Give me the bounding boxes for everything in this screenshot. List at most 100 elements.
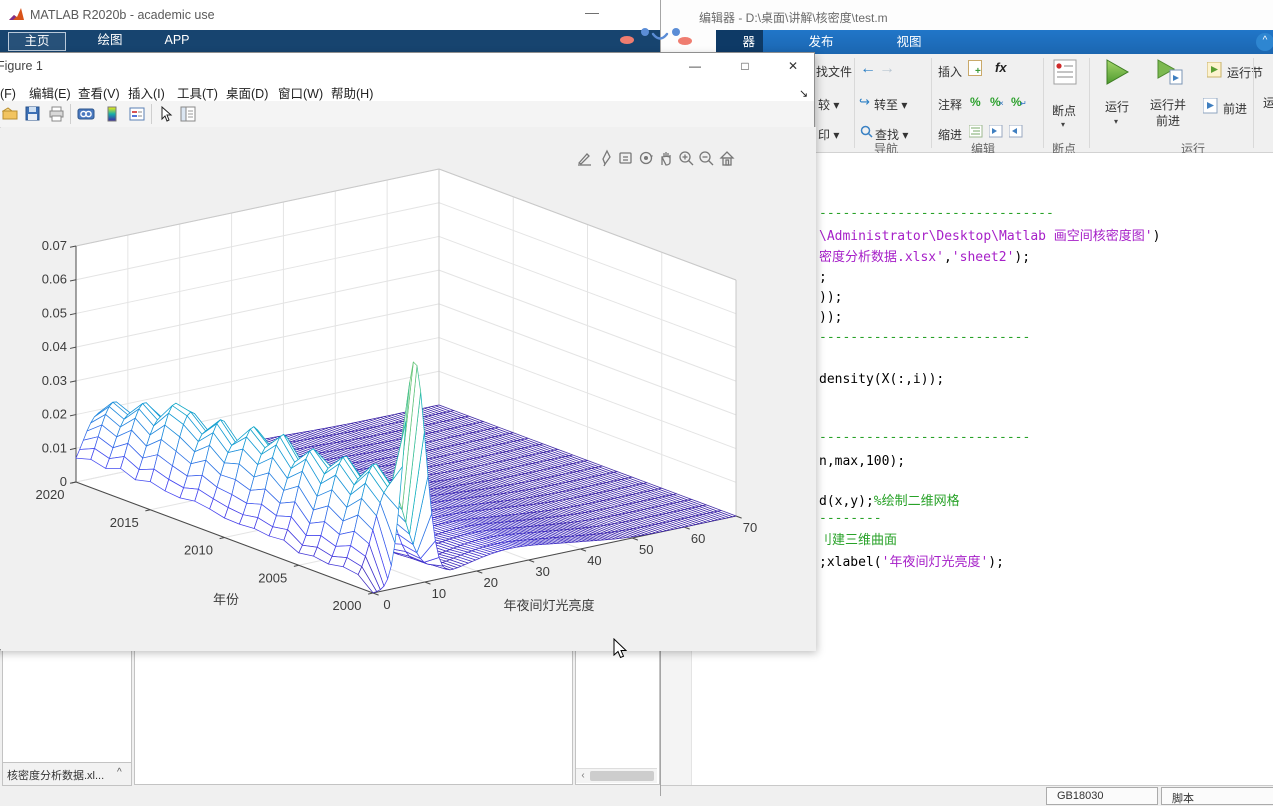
blush-left-icon: [620, 36, 634, 44]
compare-partial[interactable]: 较 ▾: [818, 96, 839, 113]
forward-icon[interactable]: →: [879, 60, 895, 78]
print-partial[interactable]: 印 ▾: [818, 126, 839, 143]
workspace-panel[interactable]: ‹: [575, 650, 660, 785]
toolstrip-collapse-icon[interactable]: ^: [1256, 33, 1273, 51]
figure-toolbar: [0, 101, 814, 128]
tab-editor[interactable]: 器: [716, 30, 763, 54]
code-line[interactable]: ;xlabel('年夜间灯光亮度');: [819, 555, 1004, 571]
menu-window[interactable]: 窗口(W): [278, 83, 323, 102]
run-section-button[interactable]: 运行节: [1227, 64, 1263, 81]
run-button[interactable]: 运行: [1105, 98, 1129, 115]
zoom-in-icon[interactable]: [677, 149, 695, 167]
kernel-density-3d-plot[interactable]: [1, 127, 816, 651]
export-icon[interactable]: [576, 149, 594, 167]
main-minimize-button[interactable]: —: [585, 4, 599, 20]
editor-title-bar[interactable]: 编辑器 - D:\桌面\讲解\核密度\test.m: [661, 0, 1273, 30]
run-advance-icon[interactable]: [1156, 58, 1184, 86]
menu-edit[interactable]: 编辑(E): [29, 83, 71, 102]
print-icon[interactable]: [48, 105, 66, 123]
link-plots-icon[interactable]: [77, 105, 95, 123]
mouse-cursor: [613, 638, 628, 659]
eye-left-icon: [641, 28, 649, 36]
tab-plot[interactable]: 绘图: [82, 32, 138, 49]
code-line[interactable]: 刂建三维曲面: [819, 533, 897, 549]
restore-view-icon[interactable]: [718, 149, 736, 167]
tab-home[interactable]: 主页: [8, 32, 66, 51]
figure-window: Figure 1 — □ ✕ 文件(F) 编辑(E) 查看(V) 插入(I) 工…: [0, 52, 816, 651]
toolstrip-tab-strip: 发布 视图: [763, 30, 1273, 54]
figure-minimize-button[interactable]: —: [680, 57, 710, 75]
menu-overflow-icon[interactable]: ↘: [799, 87, 808, 100]
scrollbar-thumb[interactable]: [590, 771, 654, 781]
code-line[interactable]: ;: [819, 270, 827, 286]
advance-button[interactable]: 前进: [1223, 100, 1247, 117]
menu-tools[interactable]: 工具(T): [177, 83, 218, 102]
code-line[interactable]: ---------------------------: [819, 330, 1030, 346]
goto-button[interactable]: 转至 ▾: [874, 96, 907, 113]
code-line[interactable]: n,max,100);: [819, 454, 905, 470]
run-advance-label-1[interactable]: 运行并: [1150, 96, 1186, 113]
pan-icon[interactable]: [657, 149, 675, 167]
editor-status-bar: GB18030 脚本: [661, 785, 1273, 805]
menu-file[interactable]: 文件(F): [0, 83, 16, 102]
back-icon[interactable]: ←: [860, 60, 876, 78]
main-tab-bar: 主页 绘图 APP ? ⌄ 搜索文档: [0, 30, 660, 80]
open-folder-icon[interactable]: [1, 105, 20, 123]
run-icon[interactable]: [1104, 58, 1130, 86]
code-line[interactable]: d(x,y);%绘制二维网格: [819, 494, 960, 510]
run-caret-icon[interactable]: ▾: [1114, 117, 1118, 126]
brush-icon[interactable]: [597, 149, 615, 167]
find-file-partial[interactable]: 找文件: [816, 63, 852, 80]
breakpoints-button[interactable]: 断点: [1052, 102, 1076, 119]
code-line[interactable]: ------------------------------: [819, 206, 1054, 222]
code-line[interactable]: density(X(:,i));: [819, 372, 944, 388]
horizontal-scrollbar[interactable]: ‹: [576, 768, 657, 783]
code-line[interactable]: \Administrator\Desktop\Matlab 画空间核密度图'): [819, 229, 1160, 245]
menu-desktop[interactable]: 桌面(D): [226, 83, 268, 102]
menu-view[interactable]: 查看(V): [78, 83, 120, 102]
breakpoints-caret-icon[interactable]: ▾: [1061, 120, 1065, 129]
menu-help[interactable]: 帮助(H): [331, 83, 373, 102]
datatip-icon[interactable]: [617, 149, 635, 167]
comment-button[interactable]: 注释: [938, 96, 962, 113]
tab-publish[interactable]: 发布: [793, 30, 849, 54]
figure-title-bar[interactable]: Figure 1 — □ ✕: [0, 53, 814, 79]
command-window-panel[interactable]: [134, 650, 573, 785]
tab-app[interactable]: APP: [152, 32, 202, 49]
current-folder-panel[interactable]: [2, 650, 132, 764]
rotate-3d-icon[interactable]: [637, 149, 655, 167]
main-title-bar[interactable]: MATLAB R2020b - academic use —: [0, 0, 660, 31]
zoom-out-icon[interactable]: [697, 149, 715, 167]
save-icon[interactable]: [24, 105, 42, 123]
scroll-left-icon[interactable]: ‹: [577, 770, 589, 782]
comment-icon[interactable]: %: [970, 95, 981, 109]
edit-plot-icon[interactable]: [157, 105, 175, 123]
next-group-partial[interactable]: 运: [1263, 94, 1273, 111]
breakpoints-icon[interactable]: [1053, 59, 1077, 85]
run-section-icon[interactable]: [1207, 62, 1224, 78]
insert-colorbar-icon[interactable]: [104, 105, 122, 123]
advance-icon[interactable]: [1203, 98, 1220, 114]
code-line[interactable]: 密度分析数据.xlsx','sheet2');: [819, 250, 1030, 266]
figure-close-button[interactable]: ✕: [778, 57, 808, 75]
run-advance-label-2[interactable]: 前进: [1156, 112, 1180, 129]
eye-right-icon: [672, 28, 680, 36]
code-line[interactable]: ));: [819, 290, 842, 306]
property-inspector-icon[interactable]: [179, 105, 197, 123]
figure-maximize-button[interactable]: □: [730, 57, 760, 75]
menu-insert[interactable]: 插入(I): [128, 83, 165, 102]
collapse-icon[interactable]: ^: [117, 767, 122, 778]
insert-legend-icon[interactable]: [128, 105, 146, 123]
smart-indent-icon[interactable]: [969, 125, 983, 138]
find-icon: [860, 125, 873, 138]
code-line[interactable]: ---------------------------: [819, 430, 1030, 446]
indent-left-icon[interactable]: [1009, 125, 1023, 138]
indent-right-icon[interactable]: [989, 125, 1003, 138]
code-line[interactable]: --------: [819, 511, 882, 527]
tab-view[interactable]: 视图: [881, 30, 937, 54]
insert-button[interactable]: 插入: [938, 63, 962, 80]
code-line[interactable]: ));: [819, 310, 842, 326]
details-bar[interactable]: 核密度分析数据.xl... ^: [2, 762, 132, 786]
insert-function-icon[interactable]: fx: [995, 60, 1007, 75]
indent-button[interactable]: 缩进: [938, 126, 962, 143]
